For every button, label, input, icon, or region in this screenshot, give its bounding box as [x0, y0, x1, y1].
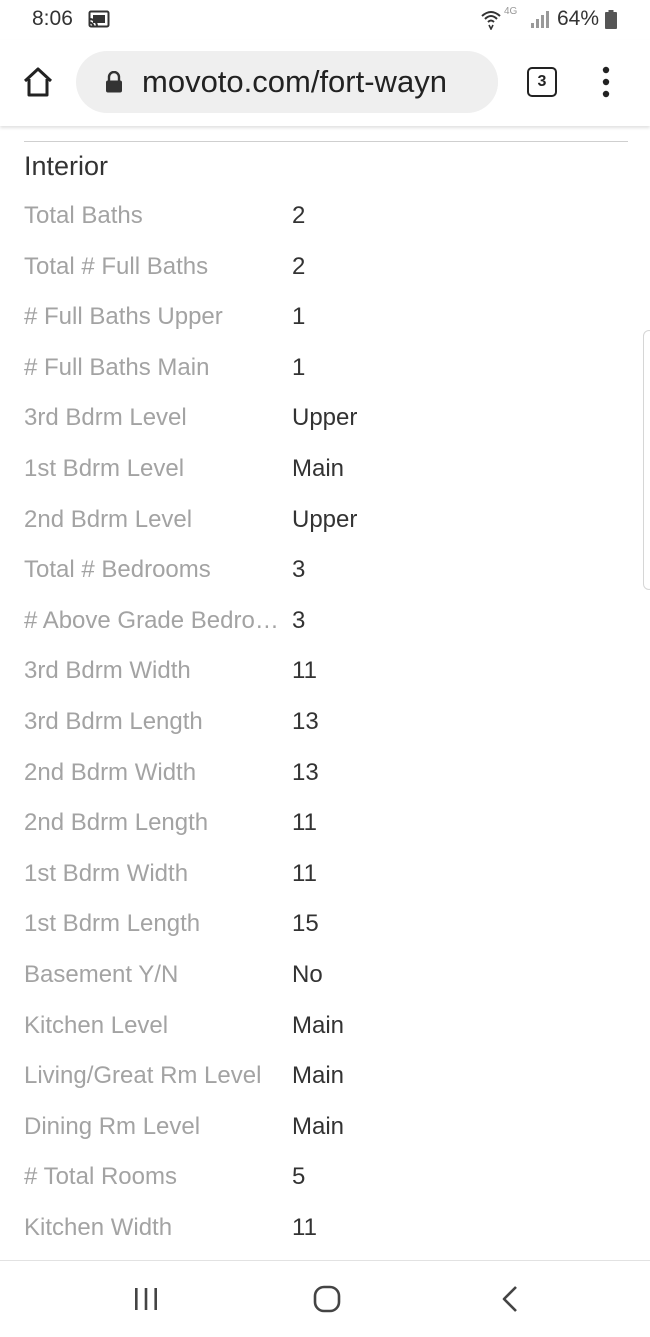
- detail-row: Basement Y/N No: [0, 951, 650, 1002]
- detail-label: Kitchen Level: [24, 1011, 169, 1039]
- status-bar: 8:06 4G 64%: [0, 0, 650, 40]
- detail-value: 11: [292, 809, 317, 837]
- detail-value: Main: [292, 1011, 345, 1039]
- detail-label: Basement Y/N: [24, 960, 179, 988]
- detail-value: 5: [292, 1163, 306, 1191]
- network-label: 4G: [504, 6, 518, 17]
- tabs-icon[interactable]: 3: [527, 67, 557, 97]
- detail-row: 3rd Bdrm Level Upper: [0, 394, 650, 445]
- detail-label: 2nd Bdrm Level: [24, 505, 193, 533]
- detail-value: Upper: [292, 505, 358, 533]
- more-vert-icon[interactable]: [596, 66, 616, 98]
- detail-row: # Above Grade Bedroo... 3: [0, 597, 650, 648]
- detail-row: 2nd Bdrm Length 11: [0, 799, 650, 850]
- detail-value: No: [292, 960, 323, 988]
- detail-value: 1: [292, 303, 306, 331]
- system-nav-bar: [0, 1260, 650, 1337]
- scroll-handle[interactable]: [643, 330, 650, 590]
- detail-label: # Full Baths Main: [24, 353, 210, 381]
- url-fade: [458, 51, 498, 113]
- detail-row: Living/Great Rm Level Main: [0, 1052, 650, 1103]
- detail-value: Upper: [292, 404, 358, 432]
- detail-value: Main: [292, 1112, 345, 1140]
- detail-label: # Full Baths Upper: [24, 303, 223, 331]
- section-divider: [24, 141, 628, 142]
- detail-value: 11: [292, 657, 317, 685]
- detail-value: 3: [292, 606, 306, 634]
- detail-row: # Full Baths Main 1: [0, 344, 650, 395]
- detail-label: # Total Rooms: [24, 1163, 177, 1191]
- wifi-calling-icon: [481, 11, 501, 30]
- detail-row: 3rd Bdrm Length 13: [0, 698, 650, 749]
- detail-row: Dining Rm Level Main: [0, 1103, 650, 1154]
- detail-label: 2nd Bdrm Width: [24, 758, 197, 786]
- recent-apps-icon[interactable]: [132, 1286, 160, 1312]
- detail-value: 11: [292, 859, 317, 887]
- detail-row: 1st Bdrm Length 15: [0, 900, 650, 951]
- detail-label: 3rd Bdrm Length: [24, 707, 203, 735]
- tab-count: 3: [537, 73, 547, 90]
- cast-icon: [88, 10, 110, 28]
- detail-row: # Total Rooms 5: [0, 1153, 650, 1204]
- lock-icon: [106, 71, 122, 93]
- detail-row: 1st Bdrm Width 11: [0, 850, 650, 901]
- detail-label: Total # Bedrooms: [24, 556, 211, 584]
- battery-icon: [605, 10, 617, 29]
- detail-value: Main: [292, 454, 345, 482]
- detail-list: Total Baths 2 Total # Full Baths 2 # Full Ba…: [0, 192, 650, 1254]
- detail-value: 15: [292, 910, 319, 938]
- section-title: Interior: [24, 151, 109, 181]
- detail-value: 13: [292, 707, 319, 735]
- home-icon[interactable]: [20, 64, 56, 100]
- battery-percent: 64%: [557, 7, 600, 30]
- status-time: 8:06: [32, 7, 73, 30]
- detail-row: Total # Full Baths 2: [0, 243, 650, 294]
- detail-label: # Above Grade Bedroo...: [24, 606, 286, 634]
- detail-row: Total Baths 2: [0, 192, 650, 243]
- url-text: movoto.com/fort-wayn: [142, 64, 447, 99]
- back-icon[interactable]: [500, 1284, 520, 1314]
- detail-value: 2: [292, 252, 306, 280]
- detail-label: 1st Bdrm Level: [24, 454, 185, 482]
- signal-icon: [531, 11, 549, 28]
- detail-value: 2: [292, 202, 306, 229]
- detail-label: Total Baths: [24, 202, 143, 229]
- detail-label: Living/Great Rm Level: [24, 1062, 262, 1090]
- detail-row: 2nd Bdrm Width 13: [0, 749, 650, 800]
- detail-label: 3rd Bdrm Width: [24, 657, 191, 685]
- detail-label: 2nd Bdrm Length: [24, 809, 209, 837]
- address-bar[interactable]: movoto.com/fort-wayn: [76, 51, 498, 113]
- detail-label: 1st Bdrm Length: [24, 910, 201, 938]
- detail-label: Total # Full Baths: [24, 252, 209, 280]
- detail-value: Main: [292, 1062, 345, 1090]
- detail-value: 13: [292, 758, 319, 786]
- detail-label: Kitchen Width: [24, 1213, 173, 1241]
- page-content: Interior Total Baths 2 Total # Full Baths 2…: [0, 126, 650, 1260]
- detail-row: Kitchen Level Main: [0, 1002, 650, 1053]
- detail-row: 1st Bdrm Level Main: [0, 445, 650, 496]
- detail-label: 3rd Bdrm Level: [24, 404, 187, 432]
- detail-value: 11: [292, 1213, 317, 1241]
- detail-row: # Full Baths Upper 1: [0, 293, 650, 344]
- browser-toolbar: movoto.com/fort-wayn 3: [0, 40, 650, 126]
- home-button-icon[interactable]: [313, 1285, 341, 1313]
- detail-row: 3rd Bdrm Width 11: [0, 647, 650, 698]
- detail-row: Total # Bedrooms 3: [0, 546, 650, 597]
- detail-row: Kitchen Width 11: [0, 1204, 650, 1255]
- detail-label: 1st Bdrm Width: [24, 859, 189, 887]
- detail-row: 2nd Bdrm Level Upper: [0, 496, 650, 547]
- detail-value: 3: [292, 556, 306, 584]
- detail-label: Dining Rm Level: [24, 1112, 201, 1140]
- detail-value: 1: [292, 353, 306, 381]
